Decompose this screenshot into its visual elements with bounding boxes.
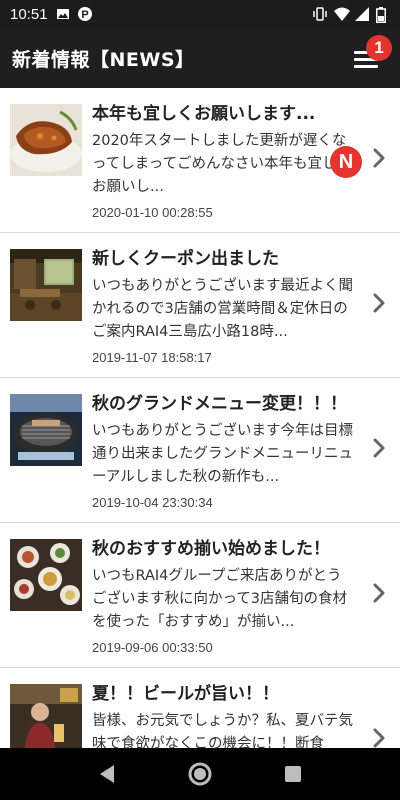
news-item[interactable]: 夏！！ビールが旨い！！ 皆様、お元気でしょうか？私、夏バテ気味で食欲がなくこの機… xyxy=(0,668,400,748)
news-title: 夏！！ビールが旨い！！ xyxy=(92,684,279,704)
news-date: 2020-01-10 00:28:55 xyxy=(92,205,213,220)
news-item[interactable]: 秋のグランドメニュー変更！！！ いつもありがとうございます今年は目標通り出来まし… xyxy=(0,378,400,523)
news-date: 2019-09-06 00:33:50 xyxy=(92,640,213,655)
news-list: 本年も宜しくお願いします... 2020年スタートしました更新が遅くなってしまっ… xyxy=(0,88,400,748)
chevron-right-icon xyxy=(373,438,385,458)
news-item[interactable]: 本年も宜しくお願いします... 2020年スタートしました更新が遅くなってしまっ… xyxy=(0,88,400,233)
system-nav-bar xyxy=(0,748,400,800)
wifi-icon xyxy=(334,7,350,21)
chevron-right-icon xyxy=(373,293,385,313)
status-time: 10:51 xyxy=(10,5,48,23)
home-icon[interactable] xyxy=(185,759,215,789)
news-title: 秋のグランドメニュー変更！！！ xyxy=(92,394,347,414)
news-excerpt: いつもありがとうございます今年は目標通り出来ましたグランドメニューリニューアルし… xyxy=(92,423,353,485)
restaurant-interior-image xyxy=(10,249,82,321)
news-title: 本年も宜しくお願いします... xyxy=(92,104,316,124)
bar-person-image xyxy=(10,684,82,748)
chevron-right-icon xyxy=(373,728,385,748)
news-title: 秋のおすすめ揃い始めました！ xyxy=(92,539,330,559)
news-date: 2019-10-04 23:30:34 xyxy=(92,495,213,510)
news-item[interactable]: 新しくクーポン出ました いつもありがとうございます最近よく聞かれるので3店舗の営… xyxy=(0,233,400,378)
news-excerpt: いつもありがとうございます最近よく聞かれるので3店舗の営業時間＆定休日のご案内R… xyxy=(92,278,353,340)
status-bar: 10:51 P xyxy=(0,0,400,28)
notification-badge: 1 xyxy=(366,35,392,61)
news-title: 新しくクーポン出ました xyxy=(92,249,279,269)
new-badge: N xyxy=(330,146,362,178)
app-header: 新着情報【NEWS】 1 xyxy=(0,28,400,88)
news-excerpt: 2020年スタートしました更新が遅くなってしまってごめんなさい本年も宜しくお願い… xyxy=(92,133,351,195)
grill-image xyxy=(10,394,82,466)
battery-icon xyxy=(376,7,390,23)
signal-icon xyxy=(355,7,369,21)
back-icon[interactable] xyxy=(92,759,122,789)
page-title: 新着情報【NEWS】 xyxy=(12,48,195,71)
vibrate-icon xyxy=(313,7,327,21)
chevron-right-icon xyxy=(373,148,385,168)
news-date: 2019-11-07 18:58:17 xyxy=(92,350,212,365)
news-excerpt: 皆様、お元気でしょうか？私、夏バテ気味で食欲がなくこの機会に！！断食 xyxy=(92,713,353,748)
image-icon xyxy=(56,7,70,21)
grilled-chicken-image xyxy=(10,104,82,176)
recents-icon[interactable] xyxy=(278,759,308,789)
p-app-icon: P xyxy=(77,7,92,21)
svg-text:P: P xyxy=(81,9,88,21)
dishes-table-image xyxy=(10,539,82,611)
chevron-right-icon xyxy=(373,583,385,603)
news-excerpt: いつもRAI4グループご来店ありがとうございます秋に向かって3店舗旬の食材を使っ… xyxy=(92,568,347,630)
menu-button[interactable]: 1 xyxy=(352,35,392,73)
news-item[interactable]: 秋のおすすめ揃い始めました！ いつもRAI4グループご来店ありがとうございます秋… xyxy=(0,523,400,668)
